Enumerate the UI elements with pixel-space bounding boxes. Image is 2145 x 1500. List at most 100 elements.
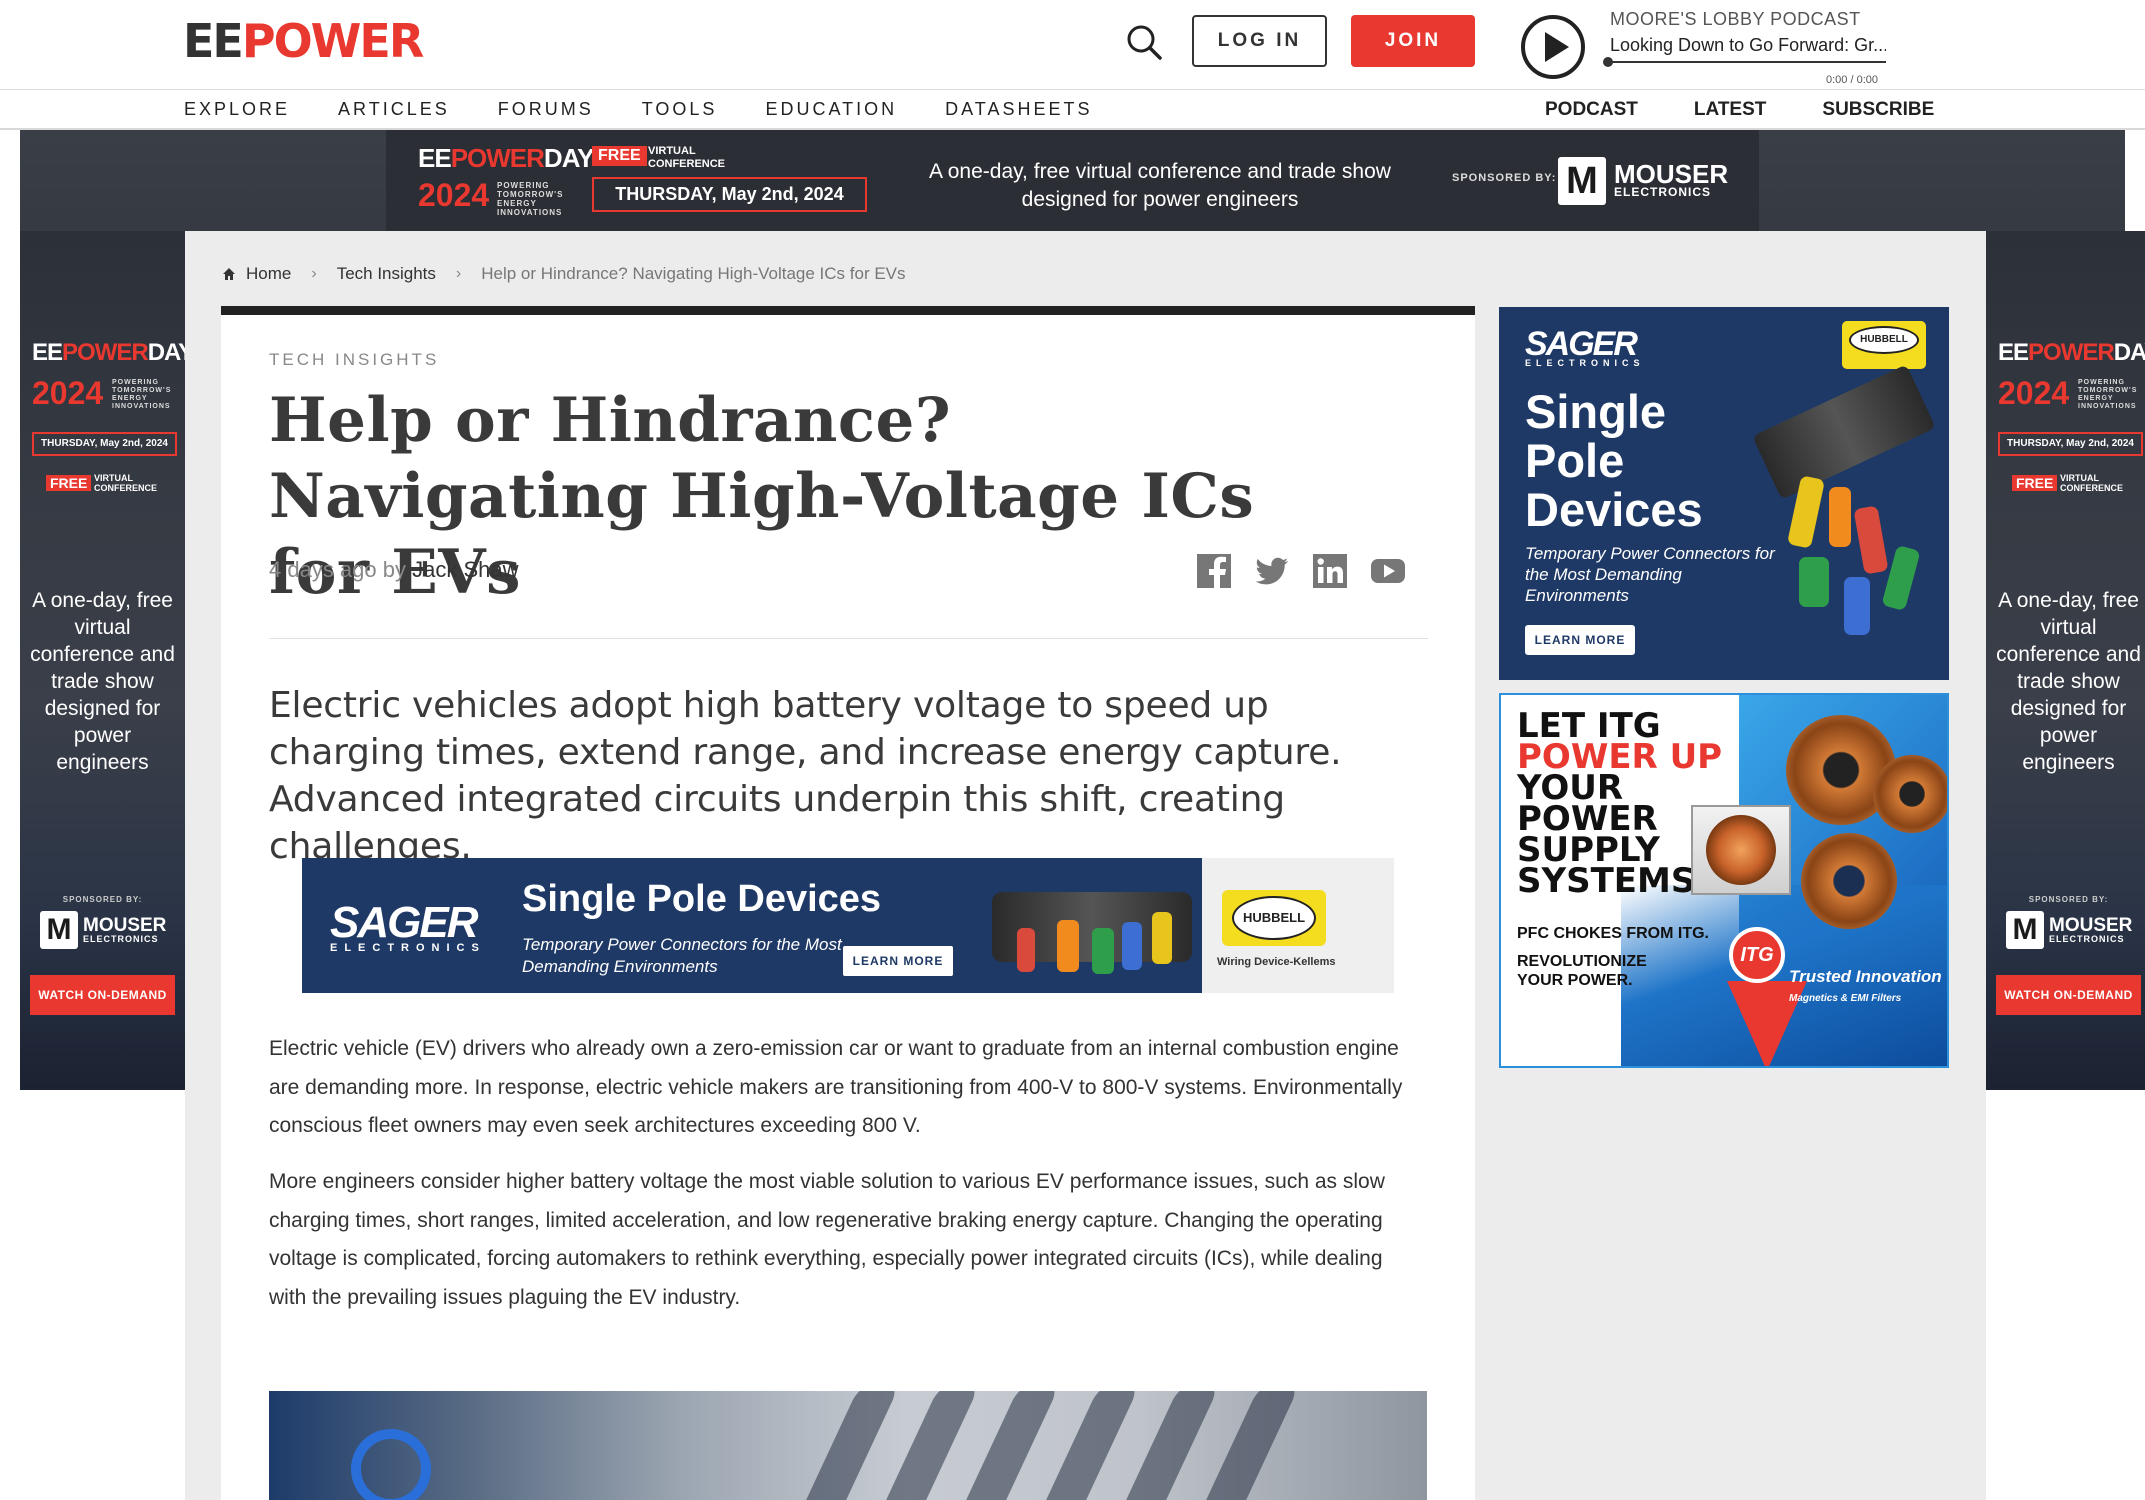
join-button[interactable]: JOIN xyxy=(1351,15,1475,67)
podcast-progress-knob[interactable] xyxy=(1603,57,1613,67)
site-header: EEPOWER LOG IN JOIN MOORE'S LOBBY PODCAS… xyxy=(0,0,2145,130)
nav-tools[interactable]: TOOLS xyxy=(642,99,718,120)
itg-magnetics: Magnetics & EMI Filters xyxy=(1789,993,1902,1004)
sidebar-ad-sub: Temporary Power Connectors for the Most … xyxy=(1525,544,1775,605)
article-paragraph: More engineers consider higher battery v… xyxy=(269,1170,1385,1309)
breadcrumb-current: Help or Hindrance? Navigating High-Volta… xyxy=(481,264,906,283)
share-icons xyxy=(1196,553,1428,589)
banner-description: A one-day, free virtual conference and t… xyxy=(929,160,1391,211)
learn-more-button[interactable]: LEARN MORE xyxy=(843,946,953,976)
podcast-time: 0:00 / 0:00 xyxy=(1826,74,1878,86)
youtube-icon[interactable] xyxy=(1370,553,1406,589)
connector-image xyxy=(1881,544,1921,612)
article-date: 4 days ago xyxy=(269,557,377,582)
sky-date: THURSDAY, May 2nd, 2024 xyxy=(32,432,177,456)
connector-image xyxy=(1122,922,1142,970)
nav-forums[interactable]: FORUMS xyxy=(498,99,594,120)
article-category[interactable]: TECH INSIGHTS xyxy=(269,350,439,370)
mouser-sub: ELECTRONICS xyxy=(1614,185,1712,199)
watch-on-demand-button[interactable]: WATCH ON-DEMAND xyxy=(1996,975,2141,1015)
article-author[interactable]: Jack Shaw xyxy=(412,557,518,582)
banner-sponsored-by: SPONSORED BY: xyxy=(1452,172,1557,184)
connector-image xyxy=(1853,505,1889,575)
sky-sponsored-by: SPONSORED BY: xyxy=(62,895,143,904)
breadcrumb-home[interactable]: Home xyxy=(246,264,291,284)
inductor-image xyxy=(1801,833,1897,929)
nav-latest[interactable]: LATEST xyxy=(1694,99,1766,121)
play-icon[interactable] xyxy=(1520,14,1586,80)
banner-tagline: POWERING TOMORROW'S ENERGY INNOVATIONS xyxy=(497,181,564,217)
mouser-m-icon: M xyxy=(1558,157,1606,205)
sky-description: A one-day, free virtual conference and t… xyxy=(30,589,175,774)
nav-datasheets[interactable]: DATASHEETS xyxy=(945,99,1092,120)
nav-articles[interactable]: ARTICLES xyxy=(338,99,450,120)
itg-revolutionize: REVOLUTIONIZE YOUR POWER. xyxy=(1517,953,1647,989)
sky-tagline: POWERING TOMORROW'S ENERGY INNOVATIONS xyxy=(112,379,172,410)
podcast-progress-track[interactable] xyxy=(1606,61,1886,63)
header-divider xyxy=(0,89,2145,90)
chevron-right-icon: › xyxy=(455,265,462,282)
sidebar-sager-ad[interactable]: SAGER ELECTRONICS HUBBELL Single Pole Dev… xyxy=(1499,307,1949,680)
nav-explore[interactable]: EXPLORE xyxy=(184,99,290,120)
left-skyscraper-ad[interactable]: EEPOWERDAY 2024 POWERING TOMORROW'S ENER… xyxy=(20,231,194,1090)
sky-year: 2024 xyxy=(32,375,104,411)
banner-date: THURSDAY, May 2nd, 2024 xyxy=(592,177,867,212)
connector-image xyxy=(1152,912,1172,964)
article-meta: 4 days ago by Jack Shaw xyxy=(269,557,519,583)
meta-divider xyxy=(269,638,1428,639)
article-lead: Electric vehicles adopt high battery vol… xyxy=(269,685,1342,867)
connector-image xyxy=(1017,928,1035,972)
secondary-nav: PODCAST LATEST SUBSCRIBE xyxy=(1545,99,1990,121)
banner-free-badge: FREE xyxy=(592,146,647,166)
article-photo xyxy=(269,1391,1427,1500)
charging-cable-image xyxy=(1036,1391,1142,1500)
banner-conference: VIRTUAL CONFERENCE xyxy=(648,145,726,170)
home-icon[interactable] xyxy=(222,267,236,281)
sky-date: THURSDAY, May 2nd, 2024 xyxy=(1998,432,2143,456)
charging-port-image xyxy=(351,1429,431,1500)
site-logo[interactable]: EEPOWER xyxy=(183,16,424,66)
search-icon[interactable] xyxy=(1124,22,1164,62)
sky-description: A one-day, free virtual conference and t… xyxy=(1996,589,2141,774)
connector-image xyxy=(1752,364,1936,500)
breadcrumb: Home › Tech Insights › Help or Hindrance… xyxy=(222,264,906,284)
linkedin-icon[interactable] xyxy=(1312,553,1348,589)
podcast-title[interactable]: Looking Down to Go Forward: Gr... xyxy=(1610,35,1886,56)
watch-on-demand-button[interactable]: WATCH ON-DEMAND xyxy=(30,975,175,1015)
sky-tagline: POWERING TOMORROW'S ENERGY INNOVATIONS xyxy=(2078,379,2138,410)
facebook-icon[interactable] xyxy=(1196,553,1232,589)
charging-cable-image xyxy=(1116,1391,1222,1500)
sager-logo: SAGER ELECTRONICS xyxy=(330,898,486,954)
nav-education[interactable]: EDUCATION xyxy=(765,99,897,120)
learn-more-button[interactable]: LEARN MORE xyxy=(1525,625,1635,655)
banner-powerday-logo: EEPOWERDAY xyxy=(418,143,594,173)
connector-image xyxy=(1799,557,1829,607)
itg-pfc: PFC CHOKES FROM ITG. xyxy=(1517,925,1709,942)
sky-sponsored-by: SPONSORED BY: xyxy=(2028,895,2109,904)
sager-logo: SAGER ELECTRONICS xyxy=(1525,325,1645,368)
sidebar-itg-ad[interactable]: LET ITG POWER UP YOUR POWER SUPPLY SYSTE… xyxy=(1499,693,1949,1068)
login-button[interactable]: LOG IN xyxy=(1192,15,1327,67)
mouser-m-icon: M xyxy=(40,911,78,949)
nav-podcast[interactable]: PODCAST xyxy=(1545,99,1638,121)
hubbell-logo-text: HUBBELL xyxy=(1849,326,1919,354)
sky-powerday-logo: EEPOWERDAY xyxy=(1998,339,2145,366)
chevron-right-icon: › xyxy=(311,265,317,282)
sky-mouser-logo: M MOUSER ELECTRONICS xyxy=(40,911,166,949)
inline-ad-sub: Temporary Power Connectors for the Most … xyxy=(522,935,842,976)
banner-year: 2024 xyxy=(418,177,490,213)
sidebar-ad-headline: Single Pole Devices xyxy=(1525,385,1703,536)
itg-logo: ITG xyxy=(1729,927,1785,983)
connector-image xyxy=(1829,487,1851,547)
sky-year: 2024 xyxy=(1998,375,2070,411)
breadcrumb-category[interactable]: Tech Insights xyxy=(337,264,436,284)
nav-subscribe[interactable]: SUBSCRIBE xyxy=(1822,99,1934,121)
right-skyscraper-ad[interactable]: EEPOWERDAY 2024 POWERING TOMORROW'S ENER… xyxy=(1986,231,2145,1090)
inline-sager-ad[interactable]: SAGER ELECTRONICS Single Pole Devices Tem… xyxy=(302,858,1394,993)
podcast-label: MOORE'S LOBBY PODCAST xyxy=(1610,9,1861,29)
twitter-icon[interactable] xyxy=(1254,553,1290,589)
sky-free-badge: FREE xyxy=(2012,475,2058,491)
itg-trusted: Trusted Innovation xyxy=(1789,967,1942,986)
connector-image xyxy=(1844,577,1870,635)
charging-cable-image xyxy=(956,1391,1062,1500)
